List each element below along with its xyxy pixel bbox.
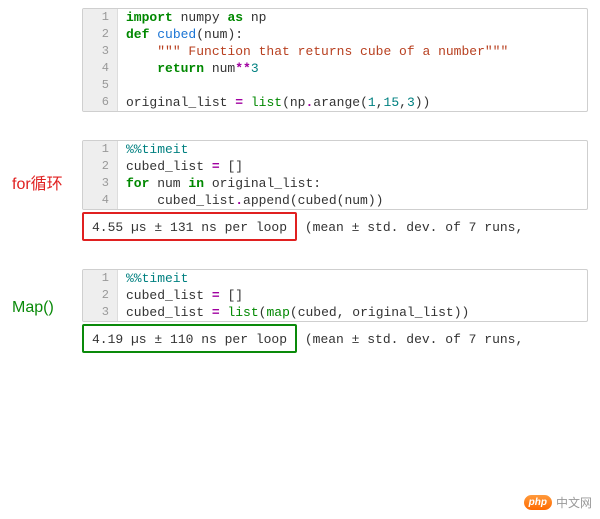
code-block-definition: 1import numpy as np2def cubed(num):3 """…: [12, 8, 588, 112]
code-text: [118, 77, 142, 94]
label-for-loop: for循环: [12, 170, 82, 194]
label-map: Map(): [12, 299, 82, 317]
code-container: 1import numpy as np2def cubed(num):3 """…: [82, 8, 588, 112]
code-text: import numpy as np: [118, 9, 274, 26]
code-text: cubed_list.append(cubed(num)): [118, 192, 391, 209]
watermark-badge: php: [524, 495, 552, 510]
code-text: """ Function that returns cube of a numb…: [118, 43, 516, 60]
line-number: 1: [83, 270, 118, 287]
code-text: def cubed(num):: [118, 26, 251, 43]
code-text: cubed_list = []: [118, 158, 251, 175]
code-line: 3 """ Function that returns cube of a nu…: [83, 43, 587, 60]
timing-tail: (mean ± std. dev. of 7 runs,: [297, 220, 523, 235]
code-line: 2def cubed(num):: [83, 26, 587, 43]
line-number: 1: [83, 9, 118, 26]
watermark: php 中文网: [524, 494, 592, 511]
code-cell: 1import numpy as np2def cubed(num):3 """…: [82, 8, 588, 112]
code-line: 2cubed_list = []: [83, 158, 587, 175]
code-line: 2cubed_list = []: [83, 287, 587, 304]
line-number: 3: [83, 304, 118, 321]
code-line: 3cubed_list = list(map(cubed, original_l…: [83, 304, 587, 321]
code-container: 1%%timeit2cubed_list = []3cubed_list = l…: [82, 269, 588, 353]
code-block-map: Map() 1%%timeit2cubed_list = []3cubed_li…: [12, 269, 588, 353]
code-line: 1import numpy as np: [83, 9, 587, 26]
output-row: 4.19 µs ± 110 ns per loop (mean ± std. d…: [82, 322, 588, 353]
code-line: 3for num in original_list:: [83, 175, 587, 192]
code-line: 1%%timeit: [83, 270, 587, 287]
code-text: %%timeit: [118, 141, 196, 158]
line-number: 1: [83, 141, 118, 158]
code-line: 4 cubed_list.append(cubed(num)): [83, 192, 587, 209]
code-text: return num**3: [118, 60, 267, 77]
code-text: cubed_list = list(map(cubed, original_li…: [118, 304, 477, 321]
code-block-for-loop: for循环 1%%timeit2cubed_list = []3for num …: [12, 140, 588, 241]
code-container: 1%%timeit2cubed_list = []3for num in ori…: [82, 140, 588, 241]
line-number: 3: [83, 175, 118, 192]
code-text: %%timeit: [118, 270, 196, 287]
code-text: for num in original_list:: [118, 175, 329, 192]
code-cell: 1%%timeit2cubed_list = []3cubed_list = l…: [82, 269, 588, 322]
line-number: 5: [83, 77, 118, 94]
code-line: 1%%timeit: [83, 141, 587, 158]
line-number: 2: [83, 287, 118, 304]
line-number: 6: [83, 94, 118, 111]
code-text: original_list = list(np.arange(1,15,3)): [118, 94, 438, 111]
line-number: 2: [83, 158, 118, 175]
code-line: 6original_list = list(np.arange(1,15,3)): [83, 94, 587, 111]
line-number: 2: [83, 26, 118, 43]
timing-result-map: 4.19 µs ± 110 ns per loop: [82, 324, 297, 353]
output-row: 4.55 µs ± 131 ns per loop (mean ± std. d…: [82, 210, 588, 241]
line-number: 4: [83, 60, 118, 77]
line-number: 3: [83, 43, 118, 60]
code-line: 4 return num**3: [83, 60, 587, 77]
code-line: 5: [83, 77, 587, 94]
code-cell: 1%%timeit2cubed_list = []3for num in ori…: [82, 140, 588, 210]
watermark-text: 中文网: [556, 494, 592, 511]
timing-tail: (mean ± std. dev. of 7 runs,: [297, 332, 523, 347]
code-text: cubed_list = []: [118, 287, 251, 304]
timing-result-for: 4.55 µs ± 131 ns per loop: [82, 212, 297, 241]
line-number: 4: [83, 192, 118, 209]
